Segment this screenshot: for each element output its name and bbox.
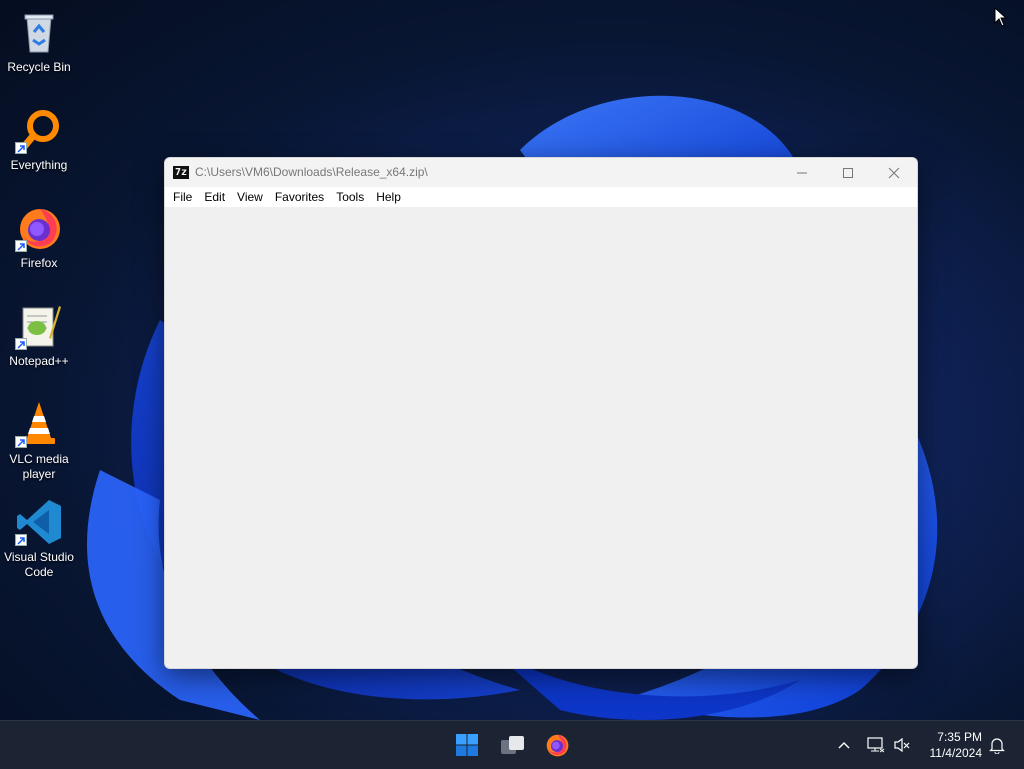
maximize-button[interactable] xyxy=(825,158,871,187)
desktop-icon-label: VLC media player xyxy=(9,452,69,481)
network-status-button[interactable] xyxy=(862,727,890,763)
notification-button[interactable] xyxy=(984,727,1010,763)
task-view-button[interactable] xyxy=(493,727,533,763)
maximize-icon xyxy=(843,167,853,178)
window-client-area[interactable] xyxy=(165,207,917,668)
menu-bar: File Edit View Favorites Tools Help xyxy=(165,187,917,207)
desktop-icon-firefox[interactable]: Firefox xyxy=(0,204,78,271)
notification-bell-icon xyxy=(989,738,1005,754)
close-icon xyxy=(888,167,900,178)
menu-view[interactable]: View xyxy=(231,190,269,204)
close-button[interactable] xyxy=(871,158,917,187)
minimize-button[interactable] xyxy=(779,158,825,187)
desktop-icon-label: Everything xyxy=(10,158,68,172)
clock-time: 7:35 PM xyxy=(937,730,982,744)
minimize-icon xyxy=(797,172,807,173)
menu-favorites[interactable]: Favorites xyxy=(269,190,330,204)
desktop-icon-label: Notepad++ xyxy=(9,354,69,368)
start-button[interactable] xyxy=(447,727,487,763)
desktop-icon-vlc[interactable]: VLC media player xyxy=(0,400,78,482)
desktop-icon-recycle-bin[interactable]: Recycle Bin xyxy=(0,8,78,75)
window-titlebar[interactable]: 7z C:\Users\VM6\Downloads\Release_x64.zi… xyxy=(165,158,917,187)
menu-edit[interactable]: Edit xyxy=(198,190,231,204)
menu-file[interactable]: File xyxy=(167,190,198,204)
desktop-icon-everything[interactable]: Everything xyxy=(0,106,78,173)
clock-date: 11/4/2024 xyxy=(929,746,983,760)
sevenzip-app-icon[interactable]: 7z xyxy=(173,166,189,179)
menu-help[interactable]: Help xyxy=(370,190,407,204)
recycle-bin-icon xyxy=(24,14,54,53)
volume-button[interactable] xyxy=(888,727,916,763)
taskbar: 7:35 PM 11/4/2024 xyxy=(0,720,1024,769)
start-icon xyxy=(456,734,478,756)
network-icon xyxy=(867,737,885,753)
window-title: C:\Users\VM6\Downloads\Release_x64.zip\ xyxy=(195,165,428,179)
volume-muted-icon xyxy=(894,737,910,753)
chevron-up-icon xyxy=(838,742,850,749)
show-hidden-icons-button[interactable] xyxy=(828,727,860,763)
desktop-icon-vscode[interactable]: Visual Studio Code xyxy=(0,498,78,580)
taskbar-firefox-button[interactable] xyxy=(537,727,577,763)
task-view-icon xyxy=(501,736,524,754)
firefox-icon xyxy=(546,734,569,757)
system-clock[interactable]: 7:35 PM 11/4/2024 xyxy=(930,729,983,761)
desktop-icon-notepadpp[interactable]: Notepad++ xyxy=(0,302,78,369)
desktop-icon-label: Recycle Bin xyxy=(7,60,71,74)
sevenzip-window: 7z C:\Users\VM6\Downloads\Release_x64.zi… xyxy=(164,157,918,669)
desktop-icon-label: Firefox xyxy=(20,256,58,270)
desktop-icon-label: Visual Studio Code xyxy=(4,550,74,579)
menu-tools[interactable]: Tools xyxy=(330,190,370,204)
mouse-cursor-icon xyxy=(994,7,1008,27)
